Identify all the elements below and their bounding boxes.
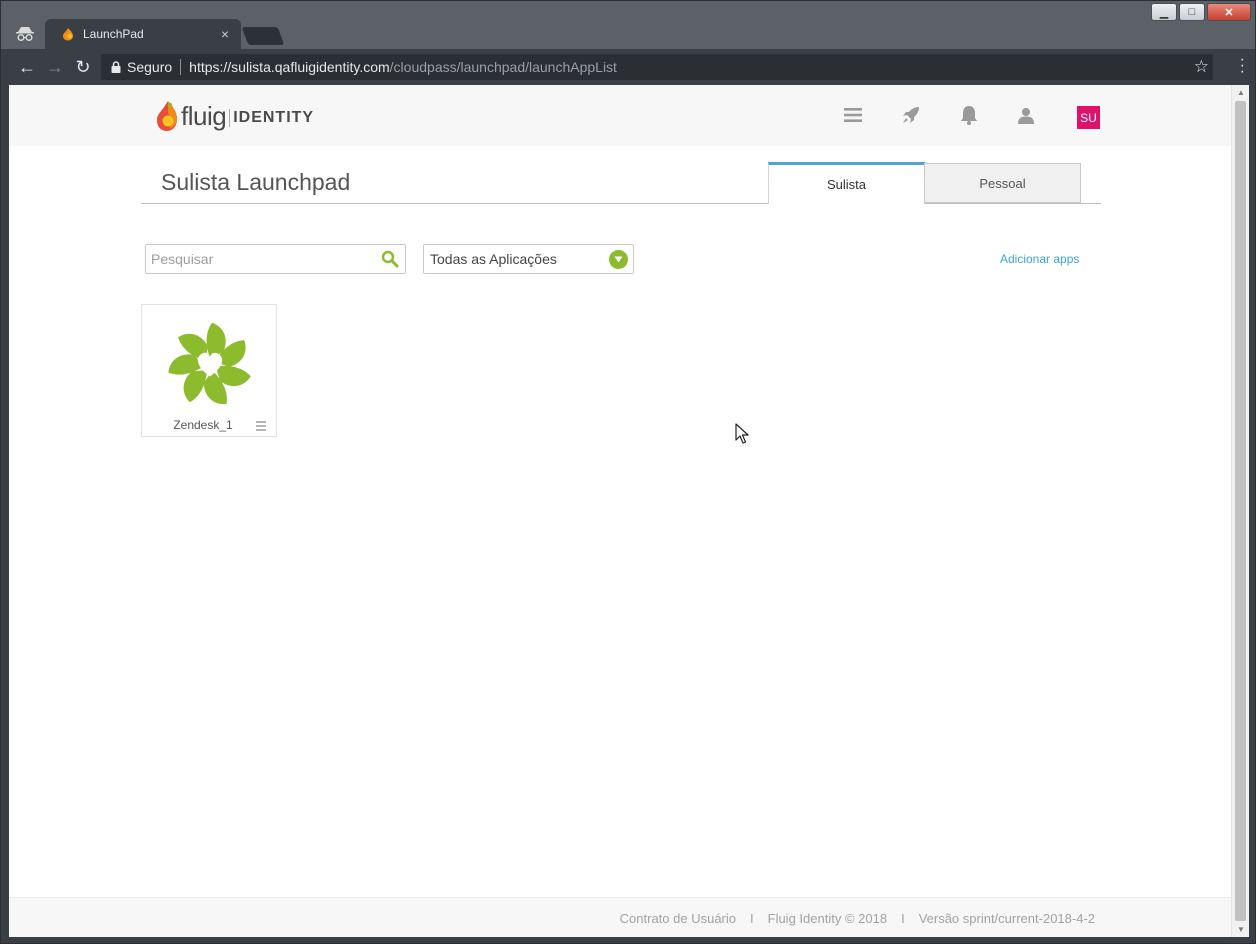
logo-product-name: IDENTITY [233, 109, 315, 126]
search-input[interactable] [146, 245, 366, 273]
app-name: Zendesk_1 [173, 418, 233, 432]
add-apps-link[interactable]: Adicionar apps [1000, 252, 1079, 266]
url-host: https://sulista.qafluigidentity.com [189, 59, 390, 75]
page-footer: Contrato de Usuário I Fluig Identity © 201… [9, 897, 1231, 937]
app-card[interactable]: Zendesk_1 [141, 304, 277, 437]
search-box [145, 244, 406, 274]
menu-hamburger-icon[interactable] [843, 105, 863, 125]
address-bar[interactable]: Seguro https://sulista.qafluigidentity.c… [101, 54, 1213, 80]
title-bar: LaunchPad × ▁ □ ✕ [1, 1, 1255, 49]
incognito-icon [11, 23, 39, 45]
page-viewport: fluig IDENTITY SU Sulista Launchpad Suli… [9, 85, 1231, 937]
security-label: Seguro [127, 59, 173, 75]
footer-separator: I [750, 911, 754, 926]
user-agreement-link[interactable]: Contrato de Usuário [620, 911, 736, 926]
title-divider [141, 203, 1101, 204]
window-controls: ▁ □ ✕ [1151, 3, 1251, 21]
url-path: /cloudpass/launchpad/launchAppList [389, 59, 617, 75]
browser-toolbar: ← → ↻ Seguro https://sulista.qafluigiden… [1, 49, 1255, 85]
fluig-identity-logo[interactable]: fluig IDENTITY [155, 99, 314, 133]
vertical-scrollbar[interactable]: ▲ ▼ [1231, 85, 1249, 937]
zendesk-flower-logo-icon [168, 322, 251, 405]
back-arrow-icon: ← [18, 56, 36, 77]
mouse-cursor-icon [735, 423, 749, 444]
address-separator [180, 59, 182, 75]
bell-icon[interactable] [959, 105, 979, 125]
app-filter-select[interactable]: Todas as Aplicações [423, 244, 634, 274]
forward-arrow-icon: → [46, 56, 64, 77]
close-icon: ✕ [1224, 6, 1234, 19]
logo-divider [229, 109, 231, 127]
back-button[interactable]: ← [15, 55, 39, 79]
fluig-flame-icon [157, 101, 177, 131]
scrollbar-thumb[interactable] [1235, 101, 1246, 921]
lock-icon [111, 61, 121, 73]
minimize-button[interactable]: ▁ [1151, 3, 1177, 21]
browser-window: LaunchPad × ▁ □ ✕ ← → ↻ Seguro https://s… [0, 0, 1256, 944]
user-icon[interactable] [1016, 105, 1036, 125]
version-text: Versão sprint/current-2018-4-2 [918, 911, 1095, 926]
minimize-icon: ▁ [1159, 6, 1169, 19]
fluig-favicon-icon [63, 28, 73, 41]
copyright-text: Fluig Identity © 2018 [767, 911, 888, 926]
tab-pessoal[interactable]: Pessoal [924, 163, 1081, 203]
filter-selected-value: Todas as Aplicações [430, 251, 557, 267]
tab-sulista[interactable]: Sulista [768, 162, 925, 204]
app-header: fluig IDENTITY SU [9, 85, 1231, 146]
tab-close-button[interactable]: × [221, 26, 229, 42]
scroll-up-icon[interactable]: ▲ [1237, 88, 1245, 97]
page-title: Sulista Launchpad [161, 169, 351, 195]
chevron-down-icon [609, 250, 628, 269]
close-window-button[interactable]: ✕ [1207, 3, 1251, 21]
logo-wordmark: fluig [181, 100, 227, 131]
user-avatar[interactable]: SU [1077, 106, 1100, 129]
tab-title: LaunchPad [83, 27, 144, 41]
forward-button[interactable]: → [43, 55, 67, 79]
bookmark-star-icon[interactable]: ☆ [1194, 57, 1209, 77]
footer-separator: I [901, 911, 905, 926]
reload-button[interactable]: ↻ [71, 55, 95, 79]
search-icon[interactable] [381, 250, 399, 268]
scroll-down-icon[interactable]: ▼ [1237, 925, 1245, 934]
maximize-icon: □ [1188, 6, 1196, 18]
new-tab-button[interactable] [241, 27, 285, 45]
rocket-icon[interactable] [901, 105, 921, 125]
browser-menu-icon[interactable]: · · · [1240, 52, 1245, 80]
card-menu-icon[interactable] [256, 421, 266, 431]
reload-icon: ↻ [75, 56, 91, 77]
browser-tab[interactable]: LaunchPad × [45, 19, 241, 49]
maximize-button[interactable]: □ [1179, 3, 1205, 21]
footer-links: Contrato de Usuário I Fluig Identity © 201… [620, 911, 1095, 926]
